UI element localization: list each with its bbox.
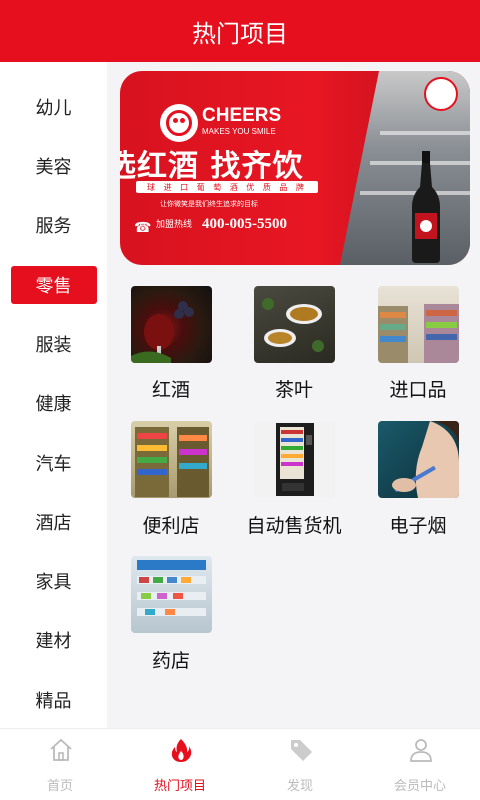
sidebar-item-label: 酒店: [35, 513, 72, 534]
vending-machine-image[interactable]: [254, 421, 335, 498]
hotline-number: 400-005-5500: [202, 216, 287, 232]
red-wine-image[interactable]: [131, 286, 212, 363]
home-icon: [50, 738, 72, 761]
tab-home[interactable]: 首页: [0, 729, 120, 800]
flame-icon: [171, 739, 192, 762]
tab-label: 首页: [46, 779, 73, 794]
wine-bottle-icon: [412, 151, 440, 263]
tab-label: 会员中心: [393, 779, 446, 794]
sidebar-item-label: 建材: [35, 631, 72, 652]
tea-image[interactable]: [254, 286, 335, 363]
page-title: 热门项目: [192, 19, 288, 48]
sidebar-item-label: 美容: [35, 157, 72, 178]
tab-label: 热门项目: [153, 779, 206, 794]
bottom-tab-bar: 首页 热门项目 发现 会员中心: [0, 728, 480, 800]
cheers-logo-icon: [160, 104, 198, 142]
import-store-image[interactable]: [378, 286, 459, 363]
banner-slogan: 选红酒 找齐饮: [120, 149, 304, 184]
user-icon: [410, 739, 432, 762]
grid-label-convenience: 便利店: [142, 515, 200, 537]
grid-label-import: 进口品: [389, 379, 447, 401]
sidebar-item-label: 幼儿: [35, 98, 72, 119]
sidebar-item-jingpin[interactable]: 精品: [0, 680, 107, 720]
banner-subtext: 让你微笑是我们终生追求的目标: [160, 200, 258, 208]
sidebar-item-label: 服装: [35, 335, 72, 356]
phone-icon: ☎: [134, 220, 152, 236]
brand-name: CHEERS: [202, 105, 282, 126]
grid-label-vending: 自动售货机: [246, 515, 342, 537]
page-header: 热门项目: [0, 0, 480, 62]
sidebar-item-lingshou[interactable]: 零售: [0, 265, 107, 305]
sidebar-item-label: 精品: [35, 691, 72, 712]
main-content: CHEERS MAKES YOU SMILE 选红酒 找齐饮 球 进 口 葡 萄…: [107, 62, 480, 728]
sidebar-item-jiankang[interactable]: 健康: [0, 383, 107, 423]
tag-icon: [291, 740, 312, 761]
sidebar-item-label: 服务: [35, 216, 72, 237]
sidebar-item-label: 汽车: [35, 454, 72, 475]
banner-slogan-bar: 球 进 口 葡 萄 酒 优 质 品 牌: [136, 181, 318, 193]
grid-label-pharmacy: 药店: [151, 650, 190, 672]
e-cigarette-image[interactable]: [378, 421, 459, 498]
pharmacy-image[interactable]: [131, 556, 212, 633]
sidebar-item-label: 家具: [35, 572, 72, 593]
sidebar-item-youer[interactable]: 幼儿: [0, 87, 107, 127]
grid-label-ecig: 电子烟: [389, 515, 447, 537]
category-sidebar: 幼儿 美容 服务 零售 服装 健康 汽车 酒店 家具 建材 精品: [0, 62, 107, 728]
sidebar-item-fuwu[interactable]: 服务: [0, 205, 107, 245]
sidebar-item-qiche[interactable]: 汽车: [0, 443, 107, 483]
sidebar-item-meirong[interactable]: 美容: [0, 146, 107, 186]
sidebar-item-jiancai[interactable]: 建材: [0, 620, 107, 660]
grid-label-red-wine: 红酒: [151, 379, 190, 401]
tab-hot-projects[interactable]: 热门项目: [120, 729, 240, 800]
promo-banner[interactable]: CHEERS MAKES YOU SMILE 选红酒 找齐饮 球 进 口 葡 萄…: [120, 71, 470, 265]
hotline-label: 加盟热线: [156, 220, 193, 230]
sidebar-item-jiaju[interactable]: 家具: [0, 561, 107, 601]
tab-discover[interactable]: 发现: [240, 729, 360, 800]
sidebar-item-label: 零售: [10, 266, 97, 304]
grid-label-tea: 茶叶: [274, 379, 313, 401]
tab-member-center[interactable]: 会员中心: [360, 729, 480, 800]
convenience-store-image[interactable]: [131, 421, 212, 498]
cheers-logo-icon: [424, 77, 458, 111]
sidebar-item-fuzhuang[interactable]: 服装: [0, 324, 107, 364]
brand-tagline: MAKES YOU SMILE: [202, 127, 276, 136]
tab-label: 发现: [286, 779, 313, 794]
sidebar-item-label: 健康: [35, 394, 72, 415]
sidebar-item-jiudian[interactable]: 酒店: [0, 502, 107, 542]
